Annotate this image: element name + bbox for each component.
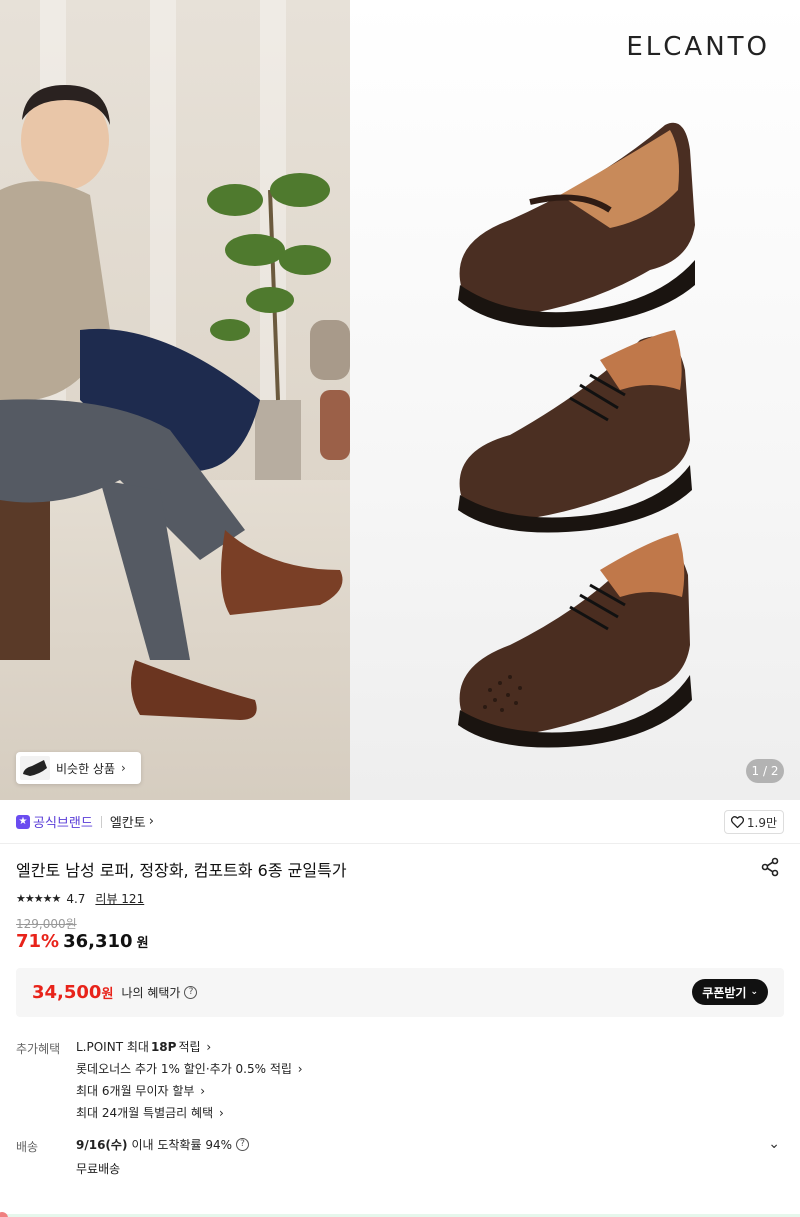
shoe-product-photo: ELCANTO (350, 0, 800, 800)
heart-icon (730, 816, 744, 828)
loafer-shoe-image (458, 122, 695, 328)
derby-shoe-image (458, 330, 692, 533)
model-photo (0, 0, 350, 800)
extra-benefits-label: 추가혜택 (16, 1042, 61, 1056)
shipping-date: 9/16(수) (76, 1138, 128, 1152)
extra-benefits-list: L.POINT 최대 18P 적립 › 롯데오너스 추가 1% 할인·추가 0.… (76, 1036, 303, 1124)
benefit-item-lpoint[interactable]: L.POINT 최대 18P 적립 › (76, 1036, 303, 1058)
rating-value: 4.7 (66, 891, 86, 906)
benefit-price: 34,500 (32, 982, 102, 1003)
chevron-down-icon[interactable]: ⌄ (768, 1136, 780, 1152)
benefit-label[interactable]: 나의 혜택가 ? (121, 984, 198, 1001)
similar-products-button[interactable]: 비슷한 상품 › (16, 752, 141, 784)
star-rating-icon: ★★★★★ (16, 892, 61, 905)
review-link[interactable]: 리뷰 121 (95, 890, 144, 907)
brand-row: ★ 공식브랜드 엘칸토 › 1.9만 (0, 800, 800, 844)
official-brand-badge[interactable]: ★ 공식브랜드 (16, 812, 93, 831)
free-shipping-text: 무료배송 (76, 1162, 121, 1176)
discount-rate: 71% (16, 931, 60, 952)
divider (100, 815, 102, 828)
chevron-right-icon: › (148, 814, 154, 829)
help-icon: ? (184, 986, 198, 999)
benefit-price-box: 34,500 원 나의 혜택가 ? 쿠폰받기 ⌄ (16, 968, 784, 1017)
wingtip-shoe-image (458, 533, 692, 748)
chevron-right-icon: › (293, 1062, 303, 1076)
product-title: 엘칸토 남성 로퍼, 정장화, 컴포트화 6종 균일특가 (16, 861, 347, 880)
model-illustration (0, 85, 350, 720)
carousel-page-indicator: 1 / 2 (746, 759, 784, 783)
original-price: 129,000원 (16, 917, 77, 931)
benefit-label-text: 나의 혜택가 (121, 986, 181, 1000)
official-brand-label: 공식브랜드 (33, 816, 93, 831)
brand-name: 엘칸토 (109, 816, 146, 831)
help-icon[interactable]: ? (236, 1138, 249, 1151)
rating-row: ★★★★★ 4.7 리뷰 121 (16, 890, 144, 907)
shipping-eta: 9/16(수) 이내 도착확률 94% ? (76, 1136, 249, 1153)
product-image-carousel[interactable]: ELCANTO 비슷한 상품 › 1 / 2 (0, 0, 800, 800)
like-count: 1.9만 (746, 815, 777, 830)
sale-price: 36,310 (63, 931, 133, 952)
coupon-button-label: 쿠폰받기 (702, 985, 747, 1000)
similar-products-label: 비슷한 상품 (56, 761, 116, 776)
star-badge-icon: ★ (16, 814, 30, 829)
similar-product-thumbnail (20, 756, 50, 780)
chevron-down-icon: ⌄ (750, 987, 758, 997)
floating-dot (0, 1212, 8, 1217)
coupon-button[interactable]: 쿠폰받기 ⌄ (692, 979, 768, 1005)
brand-logo: ELCANTO (626, 32, 770, 62)
like-button[interactable]: 1.9만 (723, 810, 784, 834)
shipping-label: 배송 (16, 1140, 39, 1154)
chevron-right-icon: › (202, 1040, 212, 1054)
brand-link[interactable]: 엘칸토 › (110, 812, 154, 831)
chevron-right-icon: › (196, 1084, 206, 1098)
chevron-right-icon: › (121, 761, 126, 775)
benefit-item-special-rate[interactable]: 최대 24개월 특별금리 혜택 › (76, 1102, 303, 1124)
shipping-probability: 이내 도착확률 94% (131, 1138, 232, 1152)
currency-unit: 원 (136, 936, 149, 951)
chevron-right-icon: › (215, 1106, 224, 1120)
benefit-item-lotte-owners[interactable]: 롯데오너스 추가 1% 할인·추가 0.5% 적립 › (76, 1058, 303, 1080)
price-row: 71% 36,310 원 (16, 931, 149, 952)
benefit-item-installment[interactable]: 최대 6개월 무이자 할부 › (76, 1080, 303, 1102)
benefit-currency-unit: 원 (101, 987, 114, 1002)
share-icon[interactable] (760, 857, 780, 877)
